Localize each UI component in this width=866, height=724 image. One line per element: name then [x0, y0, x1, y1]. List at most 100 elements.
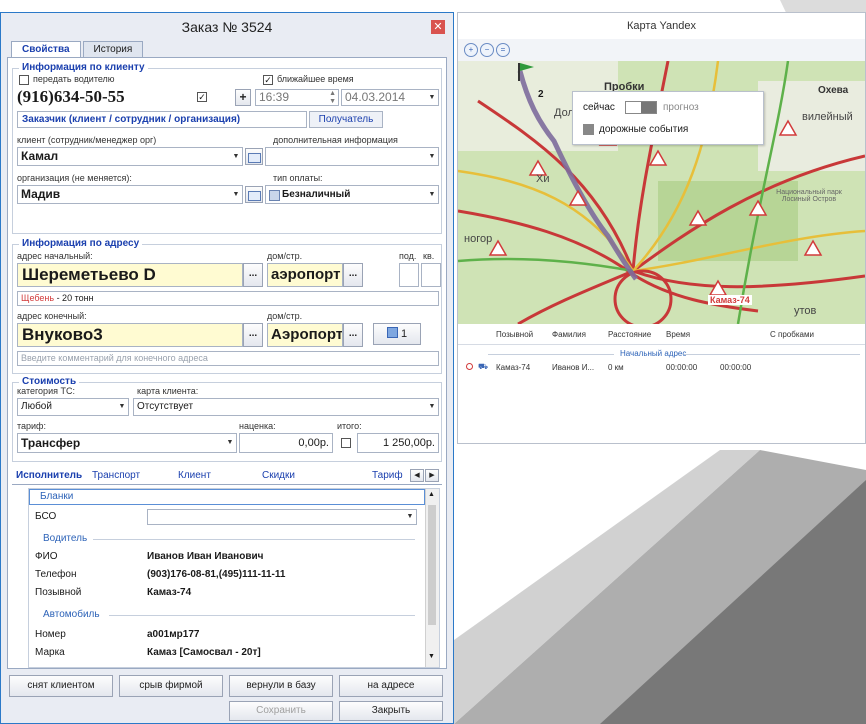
- tab-customer[interactable]: Заказчик (клиент / сотрудник / организац…: [17, 111, 307, 128]
- map-label-oxeva: Охева: [818, 85, 849, 96]
- client-select[interactable]: Камал ▼: [17, 147, 243, 166]
- start-house-browse-button[interactable]: ...: [343, 263, 363, 287]
- entrance-input[interactable]: [399, 263, 419, 287]
- failed-by-company-button[interactable]: срыв фирмой: [119, 675, 223, 697]
- group-row-label: Начальный адрес: [620, 349, 687, 358]
- markup-input[interactable]: 0,00р.: [239, 433, 333, 453]
- close-button[interactable]: Закрыть: [339, 701, 443, 721]
- nearest-time-label: ближайшее время: [277, 74, 354, 84]
- chevron-down-icon[interactable]: ▼: [224, 434, 236, 452]
- pass-to-driver-checkbox[interactable]: [19, 75, 29, 85]
- map-window-titlebar[interactable]: Карта Yandex: [458, 13, 865, 39]
- map-toolbar: + − =: [458, 39, 865, 62]
- zoom-in-icon[interactable]: +: [464, 43, 478, 57]
- tab-client[interactable]: Клиент: [178, 470, 211, 481]
- row-radio-icon[interactable]: [466, 363, 473, 370]
- vehicle-marker-label[interactable]: Камаз-74: [708, 295, 752, 305]
- col-with-traffic[interactable]: С пробками: [770, 330, 814, 339]
- map-view[interactable]: Пробки 2 Дол Хи ногор Охева вилейный Нац…: [458, 61, 865, 324]
- end-address-input[interactable]: Внуково3: [17, 323, 243, 347]
- end-address-comment[interactable]: Введите комментарий для конечного адреса: [17, 351, 439, 366]
- traffic-mode-toggle[interactable]: [625, 101, 657, 114]
- total-input[interactable]: 1 250,00р.: [357, 433, 439, 453]
- start-address-comment[interactable]: Щебень - 20 тонн: [17, 291, 439, 306]
- route-points-button[interactable]: 1: [373, 323, 421, 345]
- chevron-down-icon[interactable]: ▼: [426, 399, 438, 415]
- scroll-down-icon[interactable]: ▼: [428, 653, 435, 660]
- total-label: итого:: [337, 421, 362, 431]
- nearest-time-checkbox[interactable]: ✓: [263, 75, 273, 85]
- vehicle-category-select[interactable]: Любой ▼: [17, 398, 129, 416]
- tab-transport[interactable]: Транспорт: [92, 470, 140, 481]
- start-address-input[interactable]: Шереметьево D: [17, 263, 243, 287]
- additional-info-select[interactable]: ▼: [265, 147, 439, 166]
- apartment-input[interactable]: [421, 263, 441, 287]
- organization-select[interactable]: Мадив ▼: [17, 185, 243, 204]
- chevron-down-icon[interactable]: ▼: [426, 148, 438, 165]
- organization-card-button[interactable]: [245, 186, 263, 203]
- payment-type-select[interactable]: Безналичный ▼: [265, 185, 439, 204]
- legend-forecast-label: прогноз: [663, 102, 699, 113]
- cancelled-by-client-button[interactable]: снят клиентом: [9, 675, 113, 697]
- row-with-traffic: 00:00:00: [720, 363, 752, 372]
- plate-value: а001мр177: [147, 629, 200, 640]
- chevron-down-icon[interactable]: ▼: [116, 399, 128, 415]
- time-spinner-icon[interactable]: ▲ ▼: [329, 90, 336, 105]
- order-window-titlebar[interactable]: Заказ № 3524 ✕: [1, 13, 453, 41]
- tab-scroll-left-icon[interactable]: ◀: [410, 469, 424, 482]
- road-events-checkbox[interactable]: [583, 124, 594, 135]
- bso-select[interactable]: ▼: [147, 509, 417, 525]
- address-info-group: Информация по адресу адрес начальный: до…: [12, 238, 442, 374]
- fio-value: Иванов Иван Иванович: [147, 551, 264, 562]
- executor-scrollbar[interactable]: ▲ ▼: [425, 489, 439, 667]
- chevron-down-icon[interactable]: ▼: [230, 148, 242, 165]
- chevron-down-icon[interactable]: ▼: [230, 186, 242, 203]
- save-button[interactable]: Сохранить: [229, 701, 333, 721]
- col-callsign[interactable]: Позывной: [496, 330, 533, 339]
- tab-recipient[interactable]: Получатель: [309, 111, 383, 128]
- chevron-down-icon[interactable]: ▼: [426, 90, 438, 105]
- zoom-reset-icon[interactable]: =: [496, 43, 510, 57]
- phone-field[interactable]: (916)634-50-55 ✓: [17, 87, 211, 107]
- plate-label: Номер: [35, 629, 66, 640]
- map-label-national-park: Национальный парк Лосиный Остров: [776, 189, 842, 203]
- total-checkbox[interactable]: [341, 438, 351, 448]
- markup-label: наценка:: [239, 421, 276, 431]
- tab-tariff[interactable]: Тариф: [372, 470, 403, 481]
- returned-to-base-button[interactable]: вернули в базу: [229, 675, 333, 697]
- apartment-label: кв.: [423, 251, 435, 261]
- scroll-up-icon[interactable]: ▲: [428, 491, 435, 498]
- tariff-select[interactable]: Трансфер ▼: [17, 433, 237, 453]
- time-field[interactable]: 16:39 ▲ ▼: [255, 89, 339, 106]
- end-house-input[interactable]: Аэропорт: [267, 323, 343, 347]
- chevron-down-icon[interactable]: ▼: [404, 510, 416, 524]
- at-address-button[interactable]: на адресе: [339, 675, 443, 697]
- start-address-label: адрес начальный:: [17, 251, 93, 261]
- phone-checkbox[interactable]: ✓: [197, 92, 207, 102]
- client-card-select[interactable]: Отсутствует ▼: [133, 398, 439, 416]
- tab-executor[interactable]: Исполнитель: [16, 470, 82, 481]
- table-row[interactable]: ⛟ Камаз-74 Иванов И... 0 км 00:00:00 00:…: [458, 361, 865, 375]
- zoom-out-icon[interactable]: −: [480, 43, 494, 57]
- chevron-down-icon[interactable]: ▼: [426, 186, 438, 203]
- date-field[interactable]: 04.03.2014 ▼: [341, 89, 439, 106]
- add-phone-button[interactable]: +: [235, 89, 251, 106]
- start-house-input[interactable]: аэропорт: [267, 263, 343, 287]
- end-address-browse-button[interactable]: ...: [243, 323, 263, 347]
- id-card-icon: [247, 191, 261, 201]
- wallet-icon: [269, 190, 280, 201]
- tab-history[interactable]: История: [82, 41, 144, 58]
- col-time[interactable]: Время: [666, 330, 690, 339]
- scrollbar-thumb[interactable]: [428, 505, 436, 625]
- fio-label: ФИО: [35, 551, 58, 562]
- close-icon[interactable]: ✕: [431, 20, 445, 34]
- col-surname[interactable]: Фамилия: [552, 330, 586, 339]
- col-distance[interactable]: Расстояние: [608, 330, 651, 339]
- end-house-browse-button[interactable]: ...: [343, 323, 363, 347]
- start-address-browse-button[interactable]: ...: [243, 263, 263, 287]
- tab-scroll-right-icon[interactable]: ▶: [425, 469, 439, 482]
- tab-discounts[interactable]: Скидки: [262, 470, 295, 481]
- cargo-highlight: Щебень: [21, 293, 55, 303]
- client-card-button[interactable]: [245, 148, 263, 165]
- blanks-section-header[interactable]: Бланки: [29, 489, 425, 505]
